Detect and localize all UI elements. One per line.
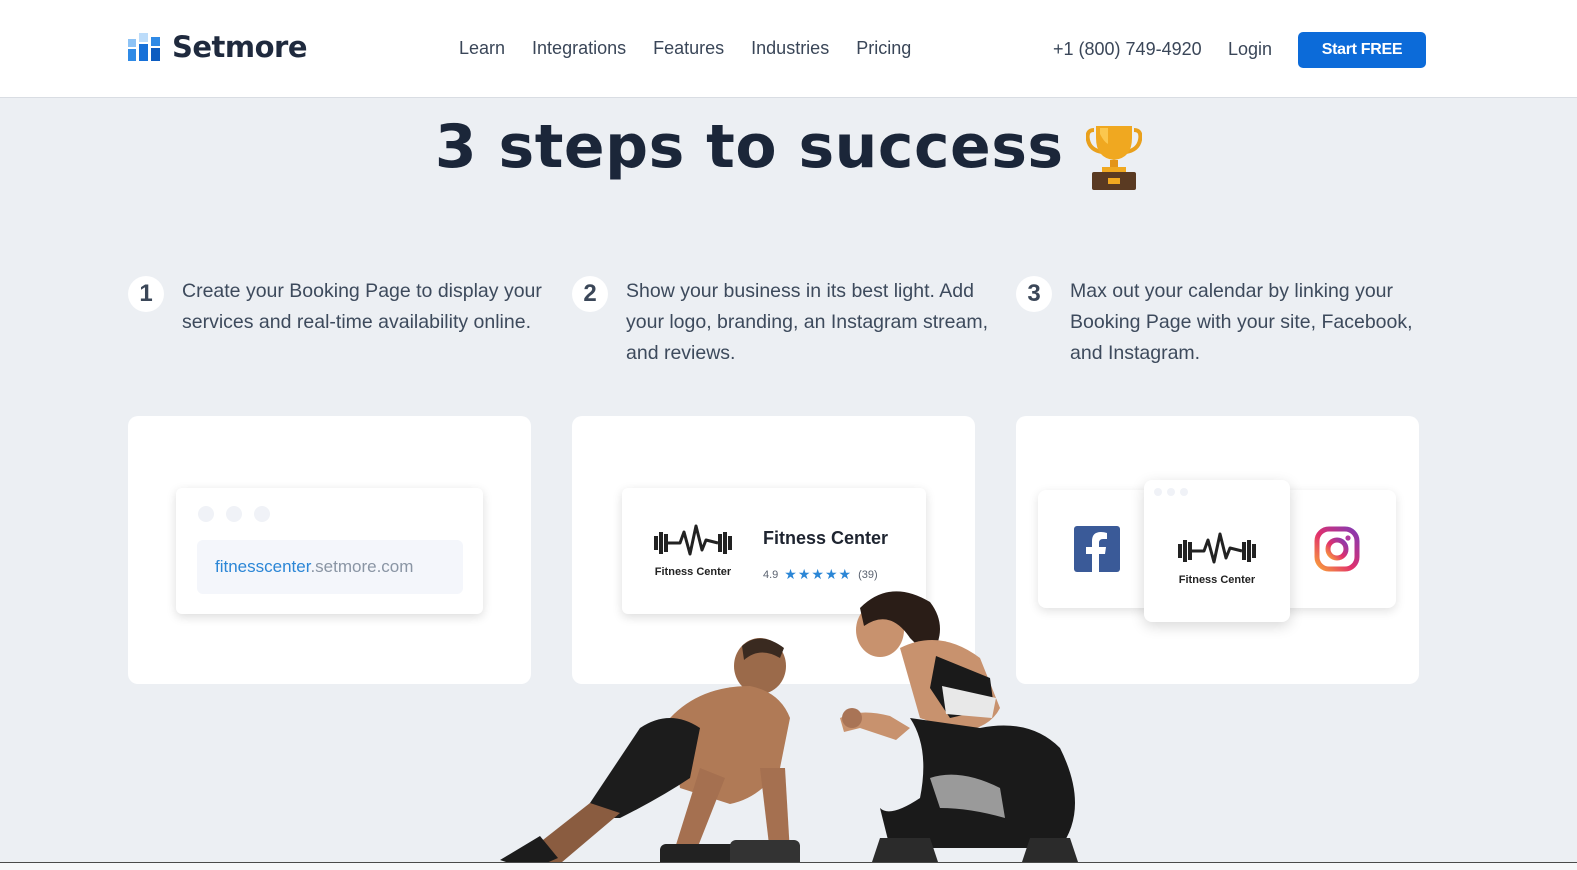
url-subdomain: fitnesscenter	[215, 557, 311, 576]
nav-features[interactable]: Features	[653, 38, 724, 59]
nav-integrations[interactable]: Integrations	[532, 38, 626, 59]
login-link[interactable]: Login	[1228, 39, 1272, 60]
step-number: 1	[128, 276, 164, 312]
page-title: 3 steps to success	[434, 112, 1064, 182]
phone-link[interactable]: +1 (800) 749-4920	[1053, 39, 1202, 60]
window-dots	[1154, 488, 1188, 496]
instagram-icon	[1314, 526, 1360, 572]
step-number: 3	[1016, 276, 1052, 312]
site-header: Setmore Learn Integrations Features Indu…	[0, 0, 1577, 98]
step-description: Show your business in its best light. Ad…	[626, 280, 989, 364]
browser-mockup: fitnesscenter.setmore.com	[176, 488, 483, 614]
window-dots	[198, 506, 270, 522]
booking-page-tile: Fitness Center	[1144, 480, 1290, 622]
facebook-icon	[1074, 526, 1120, 572]
step-number: 2	[572, 276, 608, 312]
page-bottom-edge	[0, 862, 1577, 870]
business-name: Fitness Center	[763, 528, 889, 548]
instagram-tile	[1278, 490, 1396, 608]
dumbbell-heartbeat-icon	[1178, 532, 1256, 564]
dumbbell-heartbeat-icon	[654, 524, 732, 556]
url-domain: .setmore.com	[310, 557, 414, 576]
nav-industries[interactable]: Industries	[751, 38, 829, 59]
step-description: Create your Booking Page to display your…	[182, 280, 542, 333]
fitness-couple-photo	[500, 591, 1080, 870]
setmore-logo-icon	[128, 33, 160, 61]
main-nav: Learn Integrations Features Industries P…	[459, 38, 911, 59]
logo-caption: Fitness Center	[1178, 574, 1256, 586]
start-free-button[interactable]: Start FREE	[1298, 32, 1426, 68]
nav-learn[interactable]: Learn	[459, 38, 505, 59]
trophy-icon	[1086, 125, 1143, 190]
fitness-center-logo: Fitness Center	[1176, 530, 1258, 586]
step-description: Max out your calendar by linking your Bo…	[1070, 280, 1413, 364]
section-heading: 3 steps to success	[0, 112, 1577, 196]
nav-pricing[interactable]: Pricing	[856, 38, 911, 59]
setmore-logo[interactable]: Setmore	[128, 30, 308, 64]
brand-name: Setmore	[172, 30, 308, 64]
booking-url: fitnesscenter.setmore.com	[197, 540, 463, 594]
